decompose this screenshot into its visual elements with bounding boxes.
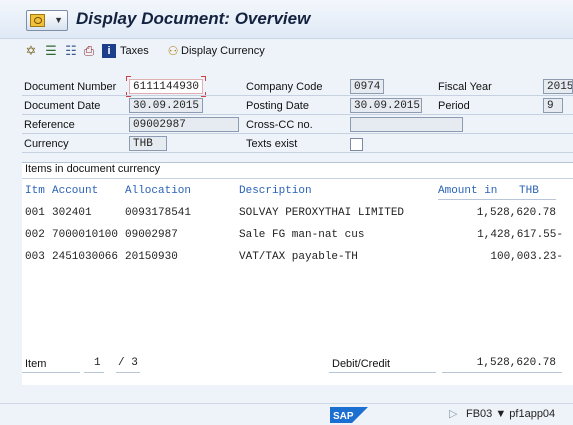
- application-toolbar: ✡ ☰ ☷ ⎙ i Taxes ⚇ Display Currency: [0, 39, 573, 65]
- sap-logo-icon: SAP: [330, 407, 368, 423]
- divider: [84, 372, 104, 373]
- cell-itm: 003: [25, 251, 45, 263]
- col-header-amount[interactable]: Amount in: [438, 185, 497, 197]
- footer-band: [0, 385, 573, 403]
- doc-number-field[interactable]: 6111144930: [129, 79, 203, 94]
- company-code-label: Company Code: [246, 81, 323, 93]
- cell-allocation: 0093178541: [125, 207, 192, 219]
- company-code-field[interactable]: 0974: [350, 79, 384, 94]
- print-icon[interactable]: ⎙: [82, 44, 96, 58]
- sap-system-icon: [30, 14, 45, 27]
- cell-itm: 002: [25, 229, 45, 241]
- cell-description: Sale FG man-nat cus: [239, 229, 365, 241]
- divider: [116, 372, 140, 373]
- cross-cc-field[interactable]: [350, 117, 463, 132]
- texts-exist-label: Texts exist: [246, 138, 298, 150]
- debit-credit-value: 1,528,620.78: [476, 357, 556, 369]
- items-section-title: Items in document currency: [25, 163, 161, 175]
- doc-date-label: Document Date: [24, 100, 101, 112]
- title-bar: ▼ Display Document: Overview: [0, 0, 573, 39]
- cell-description: SOLVAY PEROXYTHAI LIMITED: [239, 207, 405, 219]
- cell-amount: 1,528,620.78: [476, 207, 556, 219]
- col-header-itm[interactable]: Itm: [25, 185, 45, 197]
- status-bar: SAP ▷ FB03 ▼ pf1app04: [0, 403, 573, 425]
- col-header-description[interactable]: Description: [239, 185, 312, 197]
- posting-date-field[interactable]: 30.09.2015: [350, 98, 422, 113]
- display-detail-icon[interactable]: ☷: [64, 44, 78, 58]
- eyeglasses-icon[interactable]: ✡: [24, 44, 38, 58]
- taxes-button[interactable]: Taxes: [120, 45, 149, 57]
- chevron-down-icon: ▼: [54, 15, 63, 25]
- doc-number-label: Document Number: [24, 81, 117, 93]
- divider: [22, 152, 573, 153]
- cross-cc-label: Cross-CC no.: [246, 119, 313, 131]
- currency-label: Currency: [24, 138, 69, 150]
- debit-credit-label: Debit/Credit: [332, 358, 391, 370]
- divider: [22, 95, 573, 96]
- col-header-allocation[interactable]: Allocation: [125, 185, 191, 197]
- divider: [22, 114, 573, 115]
- focus-corner: [126, 76, 131, 81]
- texts-exist-checkbox[interactable]: [350, 138, 363, 151]
- cell-account: 302401: [52, 207, 92, 219]
- document-header: Document Number 6111144930 Company Code …: [0, 75, 573, 161]
- reference-label: Reference: [24, 119, 75, 131]
- reference-field[interactable]: 09002987: [129, 117, 239, 132]
- fiscal-year-label: Fiscal Year: [438, 81, 492, 93]
- currency-people-icon[interactable]: ⚇: [166, 44, 180, 58]
- cell-allocation: 09002987: [125, 229, 178, 241]
- period-field[interactable]: 9: [543, 98, 563, 113]
- cell-account: 2451030066: [52, 251, 119, 263]
- fiscal-year-field[interactable]: 2015: [543, 79, 573, 94]
- divider: [22, 133, 573, 134]
- divider: [438, 199, 556, 200]
- col-header-currency[interactable]: THB: [519, 185, 539, 197]
- cell-itm: 001: [25, 207, 45, 219]
- divider: [329, 372, 436, 373]
- cell-account: 7000010100: [52, 229, 119, 241]
- divider: [22, 372, 80, 373]
- period-label: Period: [438, 100, 470, 112]
- info-icon[interactable]: i: [102, 44, 116, 58]
- cell-amount: 1,428,617.55-: [477, 229, 563, 241]
- item-label: Item: [25, 358, 47, 370]
- divider: [22, 178, 573, 179]
- triangle-right-icon[interactable]: ▷: [449, 407, 457, 420]
- sap-logo-text: SAP: [333, 411, 354, 422]
- cell-amount: 100,003.23-: [490, 251, 563, 263]
- posting-date-label: Posting Date: [246, 100, 309, 112]
- items-section: Items in document currency Itm Account A…: [22, 162, 573, 385]
- page-title: Display Document: Overview: [76, 9, 311, 28]
- col-header-account[interactable]: Account: [52, 185, 98, 197]
- item-total: / 3: [118, 357, 138, 369]
- tree-structure-icon[interactable]: ☰: [44, 44, 58, 58]
- divider: [442, 372, 562, 373]
- system-info[interactable]: FB03 ▼ pf1app04: [466, 408, 555, 420]
- display-currency-button[interactable]: Display Currency: [181, 45, 265, 57]
- doc-date-field[interactable]: 30.09.2015: [129, 98, 203, 113]
- item-current-field[interactable]: 1: [94, 357, 101, 369]
- cell-allocation: 20150930: [125, 251, 178, 263]
- cell-description: VAT/TAX payable-TH: [239, 251, 358, 263]
- system-menu-button[interactable]: ▼: [26, 10, 68, 31]
- focus-corner: [201, 76, 206, 81]
- currency-field[interactable]: THB: [129, 136, 167, 151]
